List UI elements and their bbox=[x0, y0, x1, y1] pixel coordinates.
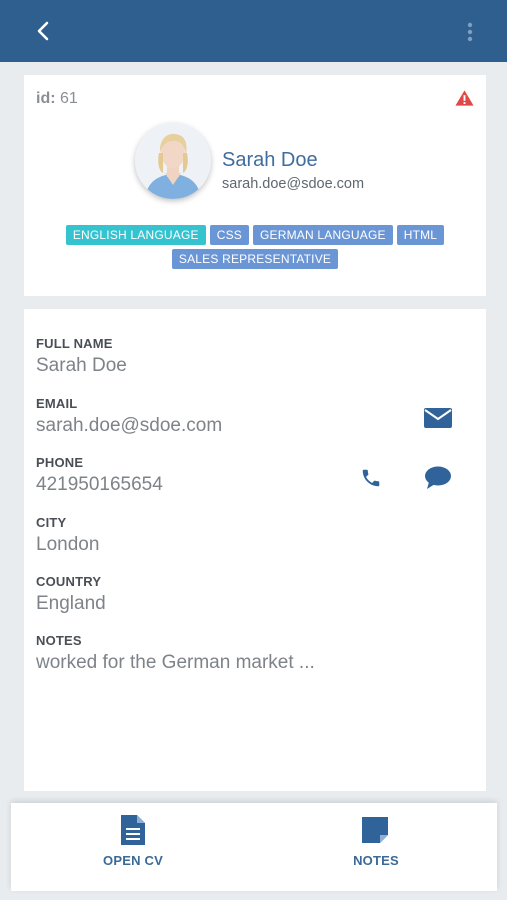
country-field: COUNTRY England bbox=[36, 574, 106, 615]
phone-field: PHONE 421950165654 bbox=[36, 455, 163, 496]
id-value: 61 bbox=[60, 90, 78, 107]
full-name-value: Sarah Doe bbox=[36, 355, 127, 376]
profile-name: Sarah Doe bbox=[222, 149, 318, 171]
back-button[interactable] bbox=[30, 18, 56, 44]
call-button[interactable] bbox=[356, 463, 386, 493]
notes-value: worked for the German market ... bbox=[36, 652, 315, 673]
profile-card: id: 61 Sarah Doe sarah.doe@sdoe.com ENGL… bbox=[24, 75, 486, 296]
more-vertical-icon bbox=[467, 22, 473, 42]
tag-row: ENGLISH LANGUAGE CSS GERMAN LANGUAGE HTM… bbox=[65, 225, 445, 245]
country-label: COUNTRY bbox=[36, 574, 102, 589]
notes-button[interactable]: NOTES bbox=[316, 815, 436, 879]
chevron-left-icon bbox=[37, 21, 49, 41]
skill-tags: ENGLISH LANGUAGE CSS GERMAN LANGUAGE HTM… bbox=[24, 225, 486, 269]
full-name-field: FULL NAME Sarah Doe bbox=[36, 336, 127, 377]
note-icon bbox=[362, 817, 388, 843]
app-bar bbox=[0, 0, 507, 62]
more-menu-button[interactable] bbox=[463, 20, 477, 44]
email-label: EMAIL bbox=[36, 396, 78, 411]
country-value: England bbox=[36, 593, 106, 614]
warning-triangle-icon[interactable] bbox=[455, 89, 474, 107]
details-card: FULL NAME Sarah Doe EMAIL sarah.doe@sdoe… bbox=[24, 309, 486, 791]
tag-sales-representative: SALES REPRESENTATIVE bbox=[171, 249, 339, 269]
envelope-icon bbox=[424, 408, 452, 428]
chat-bubble-icon bbox=[425, 466, 451, 489]
tag-english-language: ENGLISH LANGUAGE bbox=[65, 225, 206, 245]
notes-button-label: NOTES bbox=[353, 853, 399, 868]
document-icon bbox=[121, 815, 145, 845]
notes-label: NOTES bbox=[36, 633, 82, 648]
phone-value: 421950165654 bbox=[36, 474, 163, 495]
city-value: London bbox=[36, 534, 100, 555]
city-field: CITY London bbox=[36, 515, 99, 556]
tag-css: CSS bbox=[209, 225, 249, 245]
email-value: sarah.doe@sdoe.com bbox=[36, 415, 223, 436]
bottom-action-bar: OPEN CV NOTES bbox=[11, 803, 497, 891]
profile-photo bbox=[135, 123, 211, 199]
id-label: id: bbox=[36, 90, 56, 107]
send-email-button[interactable] bbox=[422, 405, 454, 431]
open-cv-label: OPEN CV bbox=[103, 853, 163, 868]
tag-row: SALES REPRESENTATIVE bbox=[171, 249, 339, 269]
record-id: id: 61 bbox=[36, 90, 78, 108]
tag-html: HTML bbox=[396, 225, 445, 245]
full-name-label: FULL NAME bbox=[36, 336, 113, 351]
city-label: CITY bbox=[36, 515, 67, 530]
send-message-button[interactable] bbox=[422, 464, 454, 492]
email-field: EMAIL sarah.doe@sdoe.com bbox=[36, 396, 222, 437]
profile-email: sarah.doe@sdoe.com bbox=[222, 176, 365, 192]
tag-german-language: GERMAN LANGUAGE bbox=[253, 225, 393, 245]
phone-label: PHONE bbox=[36, 455, 84, 470]
open-cv-button[interactable]: OPEN CV bbox=[73, 815, 193, 879]
phone-icon bbox=[362, 469, 380, 487]
notes-field: NOTES worked for the German market ... bbox=[36, 633, 315, 674]
avatar bbox=[135, 123, 211, 199]
